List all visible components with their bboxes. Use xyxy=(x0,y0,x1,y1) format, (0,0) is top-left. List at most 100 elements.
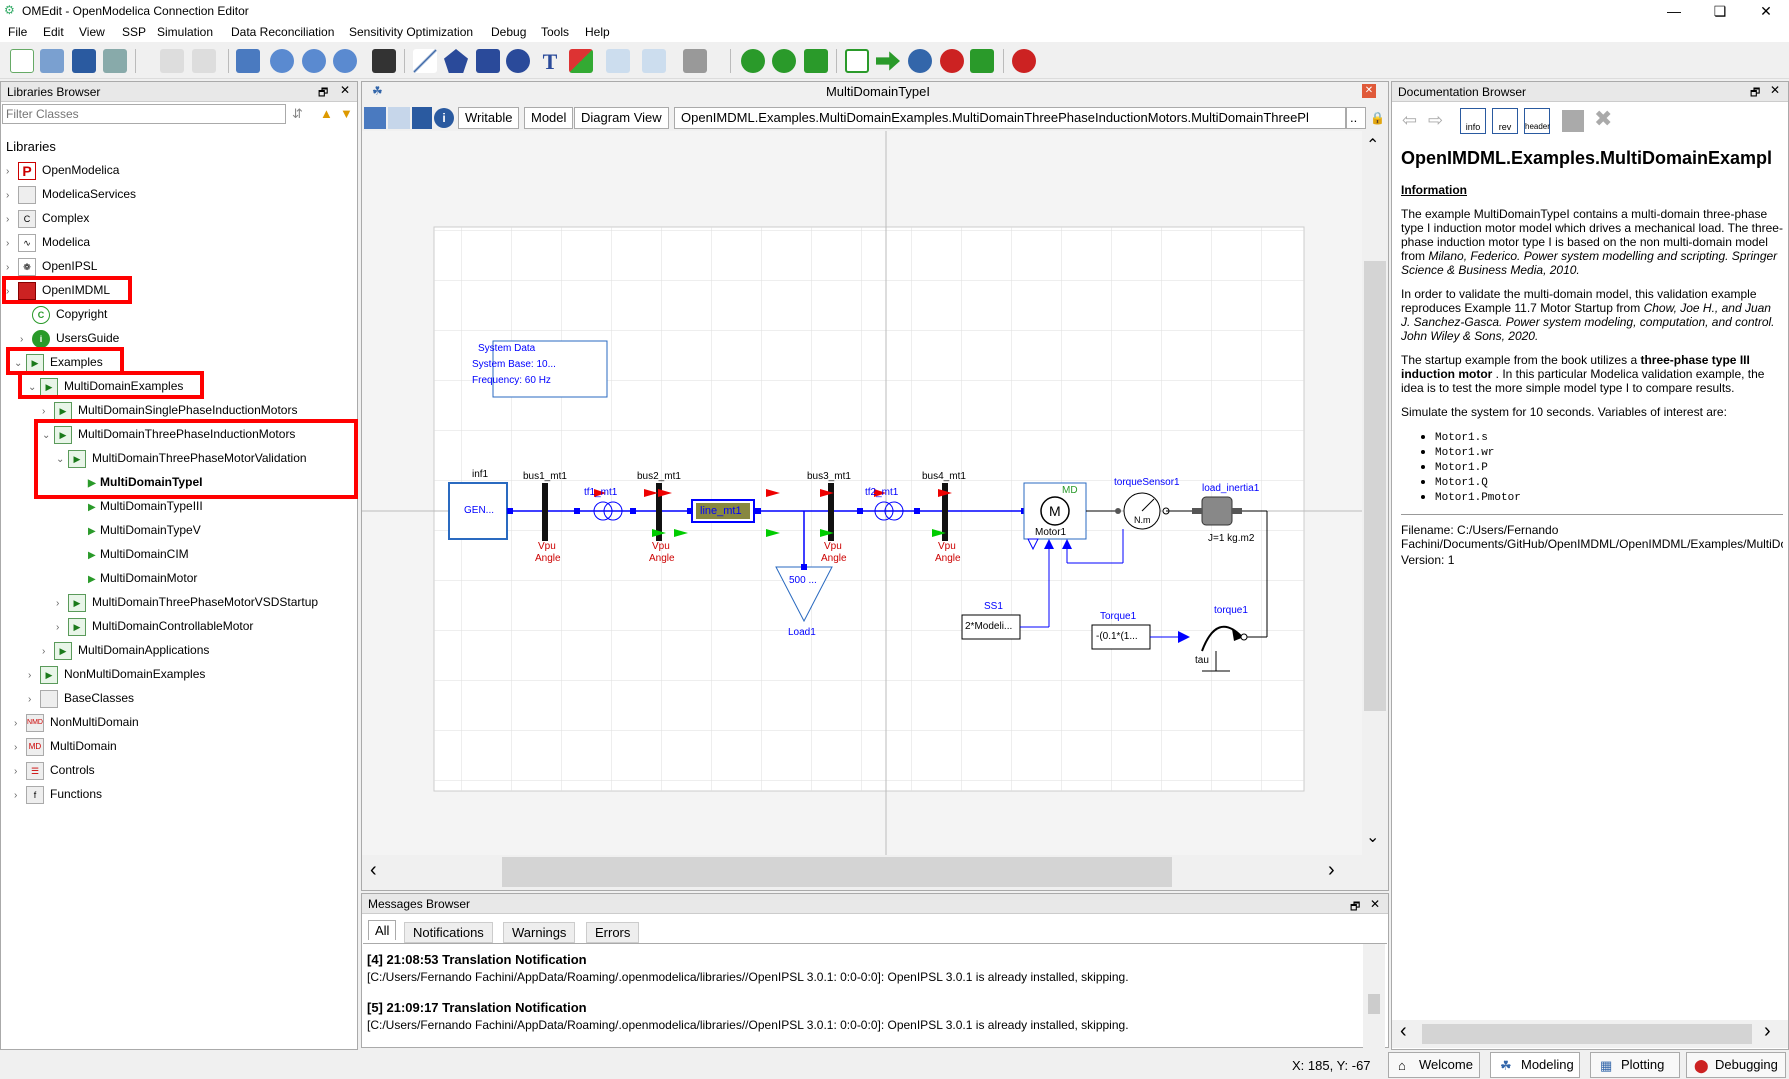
debugger-icon[interactable] xyxy=(1012,49,1036,73)
menu-ssp[interactable]: SSP xyxy=(122,25,146,39)
diagram-toggle-icon[interactable] xyxy=(364,107,386,129)
menu-simulation[interactable]: Simulation xyxy=(157,25,213,39)
tree-item-modelicaservices[interactable]: › ModelicaServices xyxy=(6,184,136,204)
filter-classes-input[interactable] xyxy=(2,104,286,124)
maximize-button[interactable]: ❏ xyxy=(1697,0,1743,22)
tree-item-multidomaintypeiii[interactable]: ▶ MultiDomainTypeIII xyxy=(88,496,203,516)
scroll-down-icon[interactable]: ⌄ xyxy=(1366,827,1379,847)
collapse-all-icon[interactable]: ▲ xyxy=(320,106,333,121)
simulate-animate-icon[interactable] xyxy=(970,49,994,73)
close-panel-icon[interactable]: ✕ xyxy=(1770,83,1780,97)
close-editor-icon[interactable]: ✕ xyxy=(1362,84,1376,98)
messages-tab-all[interactable]: All xyxy=(368,920,397,940)
tree-item-openipsl[interactable]: › ❁ OpenIPSL xyxy=(6,256,97,276)
edit-header-icon[interactable]: header xyxy=(1524,108,1550,134)
menu-view[interactable]: View xyxy=(79,25,105,39)
edit-info-icon[interactable]: info xyxy=(1460,108,1486,134)
edit-revisions-icon[interactable]: rev xyxy=(1492,108,1518,134)
tree-item-complex[interactable]: › C Complex xyxy=(6,208,89,228)
text-icon[interactable]: T xyxy=(538,49,562,74)
save-all-icon[interactable] xyxy=(103,49,127,73)
connect-icon[interactable] xyxy=(606,49,630,73)
messages-tab-warnings[interactable]: Warnings xyxy=(503,922,576,943)
expand-all-icon[interactable]: ▼ xyxy=(340,106,353,121)
tree-item-controls[interactable]: › ☰ Controls xyxy=(14,760,95,780)
simulate-debug-icon[interactable] xyxy=(908,49,932,73)
text-view-icon[interactable] xyxy=(412,107,432,129)
open-icon[interactable] xyxy=(40,49,64,73)
new-icon[interactable] xyxy=(10,49,34,73)
vertical-scrollbar[interactable]: ⌃ ⌄ xyxy=(1362,131,1388,855)
float-icon[interactable]: 🗗 xyxy=(318,84,328,103)
tree-item-multidomain[interactable]: › MD MultiDomain xyxy=(14,736,117,756)
line-icon[interactable] xyxy=(413,49,437,73)
messages-tab-notifications[interactable]: Notifications xyxy=(404,922,493,943)
menu-help[interactable]: Help xyxy=(585,25,610,39)
grid-icon[interactable] xyxy=(236,49,260,73)
transition-icon[interactable] xyxy=(642,49,666,73)
diagram-view-icon[interactable] xyxy=(388,107,410,129)
zoom-fit-icon[interactable] xyxy=(270,49,294,73)
forward-icon[interactable]: ⇨ xyxy=(1428,110,1443,131)
zoom-out-icon[interactable] xyxy=(333,49,357,73)
documentation-view-icon[interactable]: i xyxy=(434,108,454,128)
tree-item-singlephase[interactable]: › ▶ MultiDomainSinglePhaseInductionMotors xyxy=(42,400,297,420)
back-icon[interactable]: ⇦ xyxy=(1402,110,1417,131)
cancel-doc-icon[interactable]: ✖ xyxy=(1594,106,1612,132)
close-panel-icon[interactable]: ✕ xyxy=(340,83,350,97)
tree-item-copyright[interactable]: C Copyright xyxy=(20,304,107,324)
float-icon[interactable]: 🗗 xyxy=(1350,898,1360,917)
scroll-right-icon[interactable]: › xyxy=(1764,1020,1771,1043)
tree-item-nonmultidomainexamples[interactable]: › ▶ NonMultiDomainExamples xyxy=(28,664,205,684)
minimize-button[interactable]: — xyxy=(1651,0,1697,22)
save-icon[interactable] xyxy=(72,49,96,73)
doc-scroll-thumb[interactable] xyxy=(1422,1024,1752,1044)
tree-item-multidomaintypev[interactable]: ▶ MultiDomainTypeV xyxy=(88,520,201,540)
menu-edit[interactable]: Edit xyxy=(43,25,64,39)
tree-item-openmodelica[interactable]: › P OpenModelica xyxy=(6,160,119,180)
check-all-icon[interactable] xyxy=(772,49,796,73)
sort-icon[interactable]: ⇵ xyxy=(292,106,303,122)
bitmap-icon[interactable] xyxy=(569,49,593,73)
scroll-right-icon[interactable]: › xyxy=(1328,859,1335,882)
tree-item-usersguide[interactable]: › i UsersGuide xyxy=(20,328,119,348)
scroll-left-icon[interactable]: ‹ xyxy=(370,859,377,882)
horizontal-scroll-thumb[interactable] xyxy=(502,857,1172,887)
check-instance-icon[interactable] xyxy=(683,49,707,73)
polygon-icon[interactable] xyxy=(444,49,468,73)
tree-item-multidomaincim[interactable]: ▶ MultiDomainCIM xyxy=(88,544,189,564)
horizontal-scrollbar[interactable]: ‹ › xyxy=(362,855,1362,889)
tree-item-applications[interactable]: › ▶ MultiDomainApplications xyxy=(42,640,209,660)
rectangle-icon[interactable] xyxy=(476,49,500,73)
tree-item-baseclasses[interactable]: › BaseClasses xyxy=(28,688,134,708)
tree-item-nonmultidomain[interactable]: › NMD NonMultiDomain xyxy=(14,712,139,732)
ellipse-icon[interactable] xyxy=(506,49,530,73)
fit-icon[interactable] xyxy=(372,49,396,73)
menu-debug[interactable]: Debug xyxy=(491,25,526,39)
undo-icon[interactable] xyxy=(160,49,184,73)
diagram-canvas[interactable]: System Data System Base: 10... Frequency… xyxy=(362,131,1362,855)
tree-item-functions[interactable]: › f Functions xyxy=(14,784,102,804)
messages-tab-errors[interactable]: Errors xyxy=(586,922,640,943)
vertical-scroll-thumb[interactable] xyxy=(1364,261,1386,711)
save-doc-icon[interactable] xyxy=(1562,110,1584,132)
redo-icon[interactable] xyxy=(192,49,216,73)
simulation-setup-icon[interactable] xyxy=(845,49,869,73)
tree-item-controllablemotor[interactable]: › ▶ MultiDomainControllableMotor xyxy=(56,616,253,636)
doc-horizontal-scrollbar[interactable]: ‹ › xyxy=(1392,1020,1788,1048)
messages-scrollbar[interactable] xyxy=(1363,944,1385,1048)
messages-scroll-thumb[interactable] xyxy=(1368,994,1380,1014)
menu-sensitivity-optimization[interactable]: Sensitivity Optimization xyxy=(349,25,473,39)
tree-item-multidomainmotor[interactable]: ▶ MultiDomainMotor xyxy=(88,568,197,588)
menu-file[interactable]: File xyxy=(8,25,27,39)
tree-item-modelica[interactable]: › ∿ Modelica xyxy=(6,232,90,252)
zoom-in-icon[interactable] xyxy=(302,49,326,73)
check-model-icon[interactable] xyxy=(741,49,765,73)
menu-tools[interactable]: Tools xyxy=(541,25,569,39)
float-icon[interactable]: 🗗 xyxy=(1750,84,1760,103)
close-panel-icon[interactable]: ✕ xyxy=(1370,897,1380,911)
scroll-up-icon[interactable]: ⌃ xyxy=(1366,135,1379,155)
close-button[interactable]: ✕ xyxy=(1743,0,1789,22)
simulate-icon[interactable] xyxy=(876,51,900,71)
algorithmic-debug-icon[interactable] xyxy=(940,49,964,73)
